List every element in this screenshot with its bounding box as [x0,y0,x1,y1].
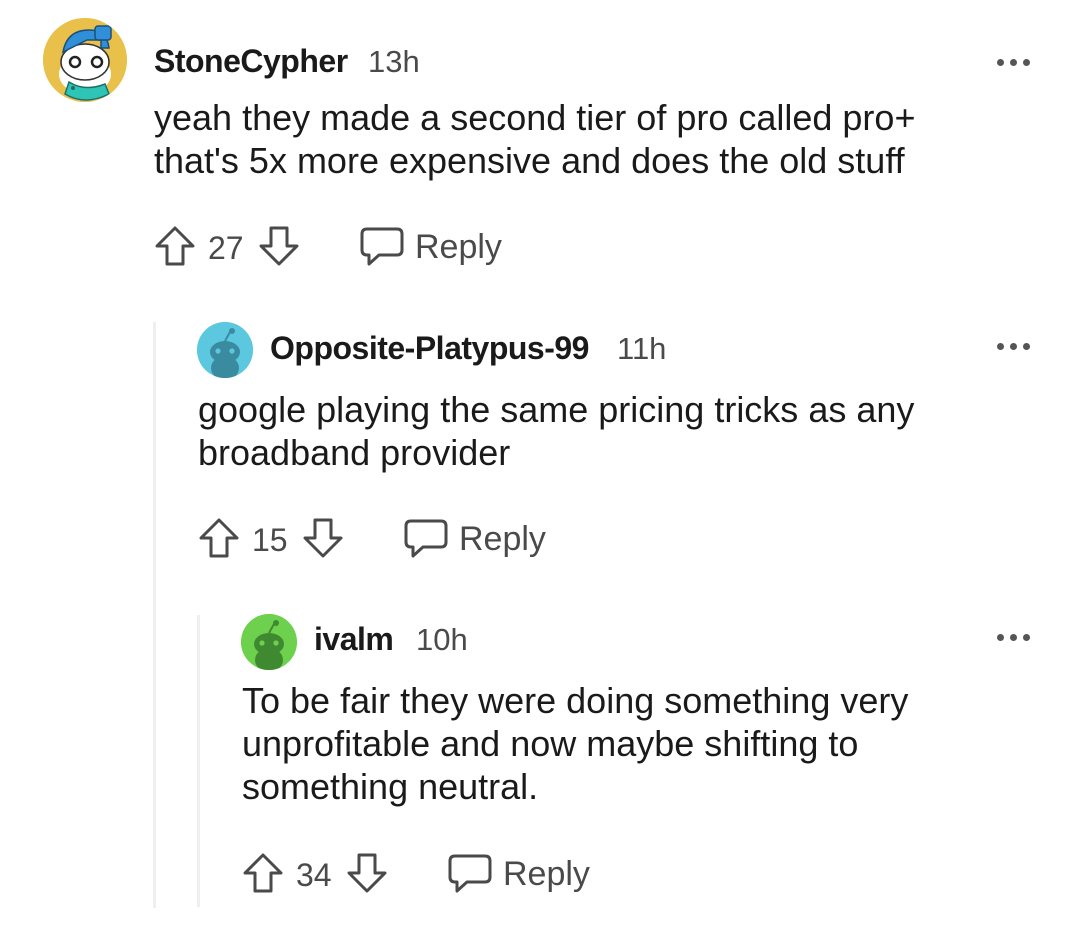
reply-icon[interactable] [447,853,493,895]
comment: ivalm 10h To be fair they were doing som… [0,0,1080,940]
default-snoo-avatar-green-icon [241,614,297,670]
comment-body-line: something neutral. [242,766,539,807]
reply-button[interactable]: Reply [503,855,590,894]
vote-count: 34 [296,857,332,893]
downvote-icon[interactable] [345,851,389,895]
timestamp: 10h [416,622,468,657]
username[interactable]: ivalm [314,621,394,658]
user-avatar[interactable] [241,614,297,670]
comment-body-line: To be fair they were doing something ver… [242,680,909,721]
comment-thread: StoneCypher 13h yeah they made a second … [0,0,1080,940]
comment-actions: 34 Reply [241,851,621,899]
comment-body: To be fair they were doing something ver… [242,679,908,808]
comment-body-line: unprofitable and now maybe shifting to [242,723,859,764]
more-options-icon[interactable] [993,627,1033,647]
upvote-icon[interactable] [241,851,285,895]
